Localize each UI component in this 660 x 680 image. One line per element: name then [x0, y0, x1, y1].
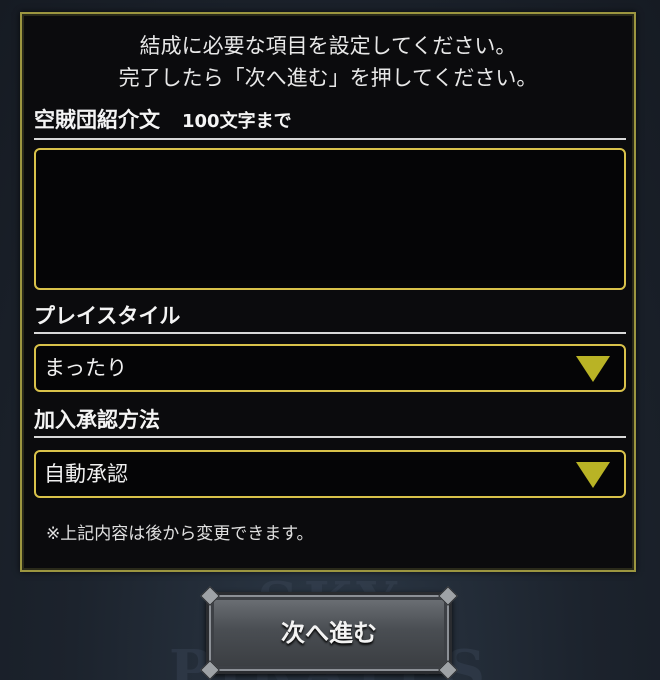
play-style-section-label: プレイスタイル: [34, 302, 626, 334]
intro-text-limit: 100文字まで: [182, 111, 292, 132]
play-style-select[interactable]: まったり: [34, 344, 626, 392]
next-button[interactable]: 次へ進む: [200, 586, 458, 680]
join-approval-section-label: 加入承認方法: [34, 406, 626, 438]
intro-text-label: 空賊団紹介文: [34, 108, 160, 132]
join-approval-value: 自動承認: [44, 462, 128, 486]
intro-text-section-label: 空賊団紹介文 100文字まで: [34, 106, 626, 140]
play-style-label: プレイスタイル: [34, 304, 181, 328]
triangle-down-icon: [576, 462, 610, 488]
intro-text-line2: 完了したら「次へ進む」を押してください。: [118, 66, 538, 90]
settings-panel: 結成に必要な項目を設定してください。 完了したら「次へ進む」を押してください。 …: [20, 12, 636, 572]
play-style-value: まったり: [44, 356, 128, 380]
note-text: ※上記内容は後から変更できます。: [46, 524, 314, 544]
join-approval-label: 加入承認方法: [34, 408, 160, 432]
triangle-down-icon: [576, 356, 610, 382]
next-button-label: 次へ進む: [281, 619, 377, 647]
intro-text-input[interactable]: [34, 148, 626, 290]
join-approval-select[interactable]: 自動承認: [34, 450, 626, 498]
intro-text-line1: 結成に必要な項目を設定してください。: [139, 34, 517, 58]
screen: SKY PIRATES 結成に必要な項目を設定してください。 完了したら「次へ進…: [0, 0, 660, 680]
